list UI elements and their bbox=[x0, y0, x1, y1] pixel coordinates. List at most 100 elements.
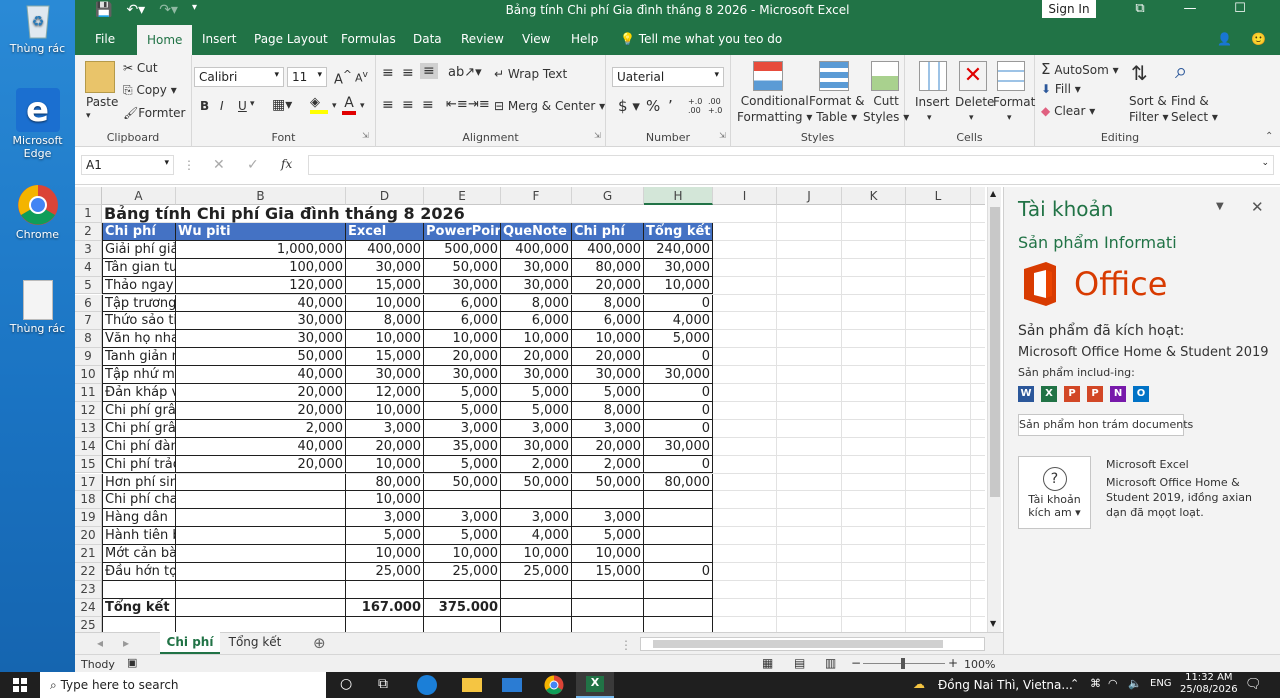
row-header[interactable]: 22 bbox=[75, 563, 102, 581]
table-cell[interactable]: 3,000 bbox=[424, 509, 501, 528]
table-cell[interactable]: 4,000 bbox=[501, 527, 572, 546]
task-view-icon[interactable]: ⧉ bbox=[378, 676, 388, 692]
sign-in-button[interactable]: Sign In bbox=[1042, 0, 1096, 18]
fill-button[interactable]: ⬇ Fill ▾ bbox=[1041, 82, 1081, 96]
cancel-entry-icon[interactable]: ✕ bbox=[213, 157, 225, 173]
manage-products-button[interactable]: Sản phẩm hon trám documents bbox=[1018, 414, 1193, 436]
table-cell[interactable] bbox=[572, 598, 644, 617]
column-header[interactable]: E bbox=[424, 187, 501, 205]
table-cell[interactable]: 40,000 bbox=[176, 437, 346, 456]
column-header[interactable]: K bbox=[842, 187, 906, 205]
column-header[interactable]: G bbox=[572, 187, 644, 205]
table-cell[interactable]: 20,000 bbox=[176, 384, 346, 402]
column-header[interactable]: J bbox=[777, 187, 842, 205]
font-size-select[interactable]: 11 ▾ bbox=[287, 67, 327, 87]
format-painter-button[interactable]: 🖌Formter bbox=[123, 106, 185, 120]
table-cell[interactable]: Tân gian tuần bbox=[102, 258, 176, 277]
align-right-icon[interactable]: ≡ bbox=[422, 97, 434, 113]
table-cell[interactable]: 1,000,000 bbox=[176, 240, 346, 259]
sheet-tab-tong-ket[interactable]: Tổng kết bbox=[225, 635, 285, 649]
table-cell[interactable]: 12,000 bbox=[346, 384, 424, 402]
table-cell[interactable] bbox=[644, 545, 713, 563]
table-header-cell[interactable]: Tổng kết bbox=[644, 222, 713, 241]
table-cell[interactable]: 50,000 bbox=[424, 473, 501, 492]
table-cell[interactable]: 20,000 bbox=[176, 401, 346, 420]
table-cell[interactable]: Mớt cản bài bbox=[102, 545, 176, 563]
windows-start-icon[interactable] bbox=[13, 678, 27, 692]
table-cell[interactable]: 20,000 bbox=[572, 276, 644, 295]
table-cell[interactable]: 100,000 bbox=[176, 258, 346, 277]
table-cell[interactable]: 10,000 bbox=[346, 545, 424, 563]
chevron-down-icon[interactable]: ▾ bbox=[250, 99, 255, 109]
table-header-cell[interactable]: Chi phí bbox=[102, 222, 176, 241]
table-cell[interactable]: 120,000 bbox=[176, 276, 346, 295]
scroll-down-icon[interactable]: ▼ bbox=[990, 619, 996, 628]
sort-filter-button[interactable]: Sort & Filter ▾ bbox=[1129, 93, 1169, 125]
row-header[interactable]: 8 bbox=[75, 330, 102, 349]
table-cell[interactable]: 30,000 bbox=[424, 276, 501, 295]
collapse-ribbon-icon[interactable]: ⌃ bbox=[1265, 131, 1273, 142]
merge-center-button[interactable]: ⊟ Merg & Center ▾ bbox=[494, 99, 605, 113]
zoom-slider[interactable] bbox=[863, 658, 945, 669]
prev-sheet-icon[interactable]: ◂ bbox=[97, 636, 103, 650]
table-cell[interactable]: 30,000 bbox=[424, 366, 501, 384]
table-cell[interactable]: 50,000 bbox=[424, 258, 501, 277]
table-cell[interactable]: 8,000 bbox=[501, 294, 572, 313]
table-cell[interactable]: 30,000 bbox=[501, 437, 572, 456]
table-cell[interactable]: 0 bbox=[644, 294, 713, 313]
number-format-select[interactable]: Uaterial ▾ bbox=[612, 67, 724, 87]
table-cell[interactable]: 6,000 bbox=[501, 312, 572, 331]
row-header[interactable]: 12 bbox=[75, 401, 102, 420]
chevron-down-icon[interactable]: ▾ bbox=[360, 101, 365, 111]
row-header[interactable]: 20 bbox=[75, 527, 102, 546]
table-cell[interactable]: 30,000 bbox=[346, 366, 424, 384]
table-cell[interactable]: 10,000 bbox=[572, 545, 644, 563]
column-header[interactable]: D bbox=[346, 187, 424, 205]
tab-help[interactable]: Help bbox=[571, 32, 598, 46]
table-cell[interactable] bbox=[572, 616, 644, 632]
tab-data[interactable]: Data bbox=[413, 32, 442, 46]
table-cell[interactable]: 2,000 bbox=[501, 455, 572, 474]
pane-options-icon[interactable]: ▼ bbox=[1216, 201, 1224, 212]
table-cell[interactable]: Đầu hớn tợi bbox=[102, 563, 176, 581]
row-header[interactable]: 6 bbox=[75, 294, 102, 313]
table-cell[interactable]: 15,000 bbox=[346, 348, 424, 367]
percent-button[interactable]: % bbox=[646, 97, 660, 115]
table-cell[interactable]: 10,000 bbox=[346, 455, 424, 474]
zoom-out-icon[interactable]: − bbox=[851, 656, 861, 670]
font-name-select[interactable]: Calibri ▾ bbox=[194, 67, 284, 87]
desktop-icon-recycle-bin[interactable]: ♻ Thùng rác bbox=[0, 0, 75, 55]
column-header[interactable]: L bbox=[906, 187, 971, 205]
table-cell[interactable]: 25,000 bbox=[501, 563, 572, 581]
table-cell[interactable]: 400,000 bbox=[346, 240, 424, 259]
taskbar-search-box[interactable]: ⌕ Type here to search bbox=[40, 672, 326, 698]
column-header[interactable]: F bbox=[501, 187, 572, 205]
table-cell[interactable] bbox=[346, 616, 424, 632]
table-cell[interactable]: 8,000 bbox=[572, 401, 644, 420]
table-cell[interactable]: 375.000 bbox=[424, 598, 501, 617]
table-cell[interactable]: 3,000 bbox=[346, 419, 424, 438]
find-select-button[interactable]: Find & Select ▾ bbox=[1171, 93, 1218, 125]
delete-cells-button[interactable]: Delete ▾ bbox=[955, 95, 994, 123]
table-cell[interactable]: 10,000 bbox=[424, 330, 501, 349]
table-cell[interactable]: 15,000 bbox=[346, 276, 424, 295]
table-cell[interactable] bbox=[572, 491, 644, 510]
zoom-level[interactable]: 100% bbox=[964, 658, 995, 671]
close-pane-icon[interactable]: ✕ bbox=[1251, 198, 1264, 216]
table-cell[interactable] bbox=[644, 491, 713, 510]
table-cell[interactable]: 30,000 bbox=[644, 437, 713, 456]
cortana-icon[interactable]: ○ bbox=[340, 676, 352, 692]
table-header-cell[interactable]: QueNote bbox=[501, 222, 572, 241]
table-cell[interactable] bbox=[644, 580, 713, 599]
network-icon[interactable]: ⌘ bbox=[1090, 677, 1101, 690]
table-cell[interactable]: 3,000 bbox=[501, 419, 572, 438]
worksheet-grid[interactable]: ABDEFGHIJKLM 1Bảng tính Chi phí Gia đình … bbox=[75, 187, 985, 632]
notifications-icon[interactable]: 🗨 bbox=[1245, 677, 1262, 692]
tab-view[interactable]: View bbox=[522, 32, 550, 46]
paste-icon[interactable] bbox=[85, 61, 115, 93]
tab-review[interactable]: Review bbox=[461, 32, 504, 46]
table-cell[interactable] bbox=[644, 527, 713, 546]
chevron-down-icon[interactable]: ▾ bbox=[332, 101, 337, 111]
font-color-icon[interactable]: A bbox=[342, 95, 356, 115]
table-cell[interactable]: 2,000 bbox=[572, 455, 644, 474]
